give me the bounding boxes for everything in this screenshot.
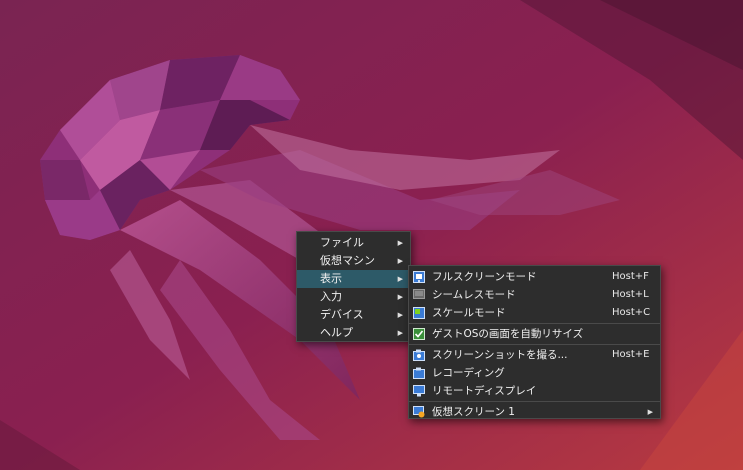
- view-submenu: フルスクリーンモード Host+F シームレスモード Host+L スケールモー…: [408, 265, 661, 419]
- menu-item-help[interactable]: ヘルプ ▶: [297, 324, 410, 342]
- menu-item-recording[interactable]: レコーディング: [409, 364, 660, 382]
- menu-item-label: ファイル: [320, 236, 364, 249]
- menu-item-label: シームレスモード: [432, 289, 516, 301]
- remote-display-icon: [413, 385, 425, 397]
- menu-item-label: デバイス: [320, 308, 364, 321]
- menu-separator: [409, 323, 660, 324]
- submenu-arrow-icon: ▶: [397, 275, 403, 283]
- menu-item-remote-display[interactable]: リモートディスプレイ: [409, 382, 660, 400]
- menu-item-fullscreen[interactable]: フルスクリーンモード Host+F: [409, 268, 660, 286]
- menu-item-label: 入力: [320, 290, 342, 303]
- submenu-arrow-icon: ▶: [397, 239, 403, 247]
- menu-item-file[interactable]: ファイル ▶: [297, 234, 410, 252]
- submenu-arrow-icon: ▶: [647, 408, 653, 416]
- menu-separator: [409, 344, 660, 345]
- menu-item-input[interactable]: 入力 ▶: [297, 288, 410, 306]
- menu-item-view[interactable]: 表示 ▶: [297, 270, 410, 288]
- menu-item-label: 仮想マシン: [320, 254, 375, 267]
- scale-icon: [413, 307, 425, 319]
- virtual-screen-icon: [413, 406, 425, 418]
- menu-item-auto-resize[interactable]: ゲストOSの画面を自動リサイズ: [409, 325, 660, 343]
- menu-item-seamless[interactable]: シームレスモード Host+L: [409, 286, 660, 304]
- menu-item-label: リモートディスプレイ: [432, 385, 537, 397]
- submenu-arrow-icon: ▶: [397, 329, 403, 337]
- menu-item-label: レコーディング: [432, 367, 505, 379]
- menu-item-devices[interactable]: デバイス ▶: [297, 306, 410, 324]
- menu-item-scale[interactable]: スケールモード Host+C: [409, 304, 660, 322]
- context-menu: ファイル ▶ 仮想マシン ▶ 表示 ▶ 入力 ▶ デバイス ▶ ヘルプ ▶: [296, 231, 411, 342]
- menu-item-virtual-screen[interactable]: 仮想スクリーン 1 ▶: [409, 403, 660, 421]
- submenu-arrow-icon: ▶: [397, 257, 403, 265]
- shortcut-label: Host+E: [612, 349, 650, 360]
- auto-resize-checkbox-icon: [413, 328, 425, 340]
- menu-item-label: スクリーンショットを撮る...: [432, 349, 568, 361]
- fullscreen-icon: [413, 271, 425, 283]
- shortcut-label: Host+F: [612, 271, 649, 282]
- menu-item-label: ゲストOSの画面を自動リサイズ: [432, 328, 584, 340]
- menu-item-label: スケールモード: [432, 307, 506, 319]
- menu-item-label: 仮想スクリーン 1: [432, 406, 515, 418]
- seamless-icon: [413, 289, 425, 299]
- menu-item-label: 表示: [320, 272, 342, 285]
- submenu-arrow-icon: ▶: [397, 311, 403, 319]
- menu-item-label: ヘルプ: [320, 326, 353, 339]
- screenshot-icon: [413, 349, 425, 361]
- shortcut-label: Host+L: [612, 289, 649, 300]
- menu-separator: [409, 401, 660, 402]
- menu-item-label: フルスクリーンモード: [432, 271, 537, 283]
- shortcut-label: Host+C: [612, 307, 651, 318]
- menu-item-machine[interactable]: 仮想マシン ▶: [297, 252, 410, 270]
- submenu-arrow-icon: ▶: [397, 293, 403, 301]
- recording-icon: [413, 367, 425, 379]
- menu-item-screenshot[interactable]: スクリーンショットを撮る... Host+E: [409, 346, 660, 364]
